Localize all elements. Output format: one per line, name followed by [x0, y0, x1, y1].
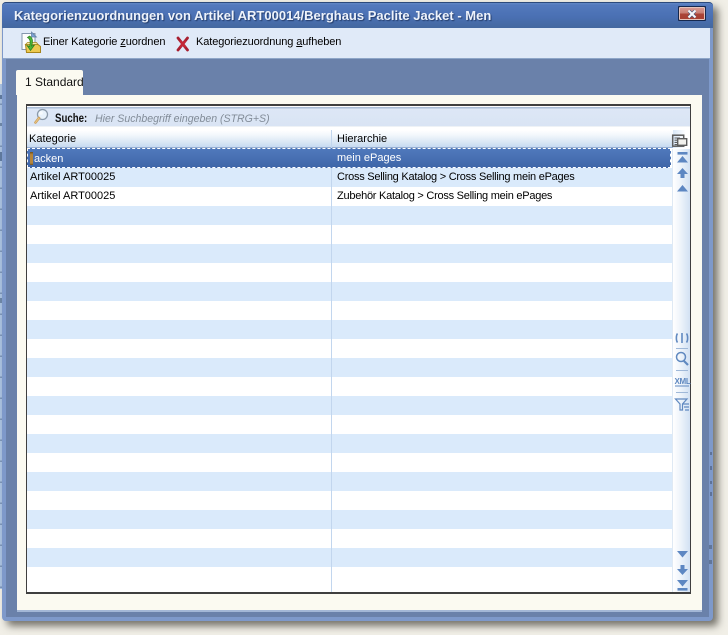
svg-text:XML: XML	[675, 377, 691, 386]
